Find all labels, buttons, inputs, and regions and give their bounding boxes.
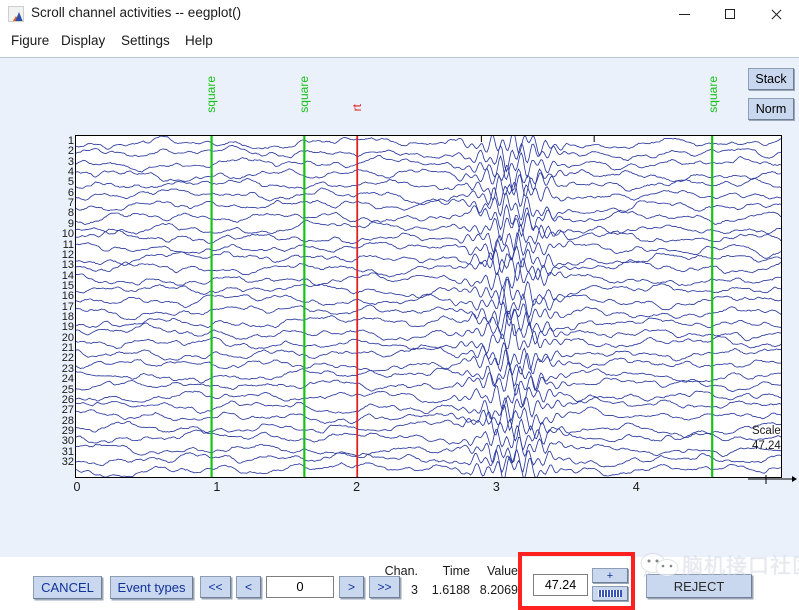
close-icon — [771, 9, 782, 20]
channel-label-8: 8 — [67, 207, 74, 220]
time-axis-labels: 0 1 2 3 4 — [0, 480, 799, 500]
channel-label-13: 13 — [61, 259, 74, 272]
readout-value-time: 1.6188 — [431, 583, 470, 597]
channel-label-19: 19 — [61, 321, 74, 334]
channel-label-10: 10 — [61, 228, 74, 241]
eeg-trace — [76, 424, 781, 451]
channel-label-2: 2 — [67, 145, 74, 158]
eeg-plot-area[interactable] — [75, 135, 782, 478]
maximize-icon — [725, 9, 735, 19]
channel-label-24: 24 — [61, 373, 74, 386]
menu-item-figure[interactable]: Figure — [8, 33, 52, 52]
readout-header-time: Time — [442, 564, 470, 578]
minimize-button[interactable] — [661, 0, 707, 28]
eeg-trace — [76, 341, 781, 371]
title-bar: Scroll channel activities -- eegplot() — [0, 0, 799, 28]
cursor-readout: Chan. Time Value 3 1.6188 8.2069 — [378, 564, 518, 604]
eeg-trace — [76, 361, 781, 392]
event-label-square-0: square — [203, 76, 218, 113]
readout-header-chan: Chan. — [384, 564, 418, 578]
bottom-control-bar: CANCEL Event types << < 0 > >> Chan. Tim… — [0, 500, 799, 610]
position-input[interactable]: 0 — [266, 576, 334, 598]
eegplot-window: Scroll channel activities -- eegplot() F… — [0, 0, 799, 610]
channel-label-22: 22 — [61, 352, 74, 365]
channel-axis-labels: 1 2 3 4 5 6 7 8 9 10 11 12 13 14 15 16 17 18 19 20 21 22 23 24 2… — [52, 130, 74, 483]
minimize-icon — [678, 13, 690, 15]
scale-decrease-button[interactable] — [592, 586, 628, 601]
maximize-button[interactable] — [707, 0, 753, 28]
scale-increase-button[interactable]: + — [592, 568, 628, 583]
menu-bar: Figure Display Settings Help — [0, 28, 799, 58]
menu-item-settings[interactable]: Settings — [118, 33, 173, 52]
close-button[interactable] — [753, 0, 799, 28]
event-label-rt-2: rt — [350, 104, 365, 112]
eeg-trace — [76, 455, 781, 477]
channel-label-30: 30 — [61, 435, 74, 448]
x-tick-1: 1 — [213, 480, 221, 494]
scale-legend-value: 47.24 — [752, 440, 781, 452]
eeg-trace — [76, 368, 781, 397]
readout-value-value: 8.2069 — [479, 583, 518, 597]
first-page-button[interactable]: << — [200, 576, 231, 598]
cancel-button[interactable]: CANCEL — [33, 576, 102, 599]
eeg-trace — [76, 192, 781, 221]
readout-value-chan: 3 — [411, 583, 418, 597]
window-title: Scroll channel activities -- eegplot() — [31, 5, 242, 20]
x-tick-4: 4 — [632, 480, 640, 494]
x-tick-0: 0 — [73, 480, 81, 494]
stack-button[interactable]: Stack — [748, 68, 794, 90]
channel-label-5: 5 — [67, 176, 74, 189]
eeg-trace — [76, 383, 781, 410]
eeg-trace — [76, 309, 781, 335]
scale-legend-label: Scale — [752, 425, 781, 437]
readout-header-value: Value — [486, 564, 518, 578]
figure-canvas: Stack Norm square square rt square 12345678… — [0, 58, 799, 610]
prev-page-button[interactable]: < — [236, 576, 261, 598]
norm-button[interactable]: Norm — [748, 98, 794, 120]
scale-bar-indicator — [748, 475, 797, 484]
channel-label-16: 16 — [61, 290, 74, 303]
eeg-trace — [76, 404, 781, 432]
scale-value-input[interactable]: 47.24 — [533, 574, 588, 596]
scale-legend: Scale 47.24 — [752, 424, 798, 470]
channel-label-32: 32 — [61, 456, 74, 468]
eeg-trace — [76, 261, 781, 291]
x-tick-3: 3 — [492, 480, 500, 494]
eeg-trace — [76, 142, 781, 173]
eeg-trace — [76, 310, 781, 345]
channel-label-27: 27 — [61, 404, 74, 417]
menu-item-help[interactable]: Help — [182, 33, 216, 52]
event-label-square-3: square — [705, 76, 720, 113]
minus-icon — [598, 590, 622, 597]
eeg-trace — [76, 349, 781, 376]
eeg-trace — [76, 286, 781, 319]
reject-button[interactable]: REJECT — [646, 574, 752, 598]
matlab-figure-icon — [8, 6, 24, 22]
next-page-button[interactable]: > — [339, 576, 364, 598]
menu-item-display[interactable]: Display — [58, 33, 108, 52]
event-label-square-1: square — [296, 76, 311, 113]
x-tick-2: 2 — [353, 480, 361, 494]
event-types-button[interactable]: Event types — [110, 576, 193, 599]
eeg-trace — [76, 172, 781, 202]
